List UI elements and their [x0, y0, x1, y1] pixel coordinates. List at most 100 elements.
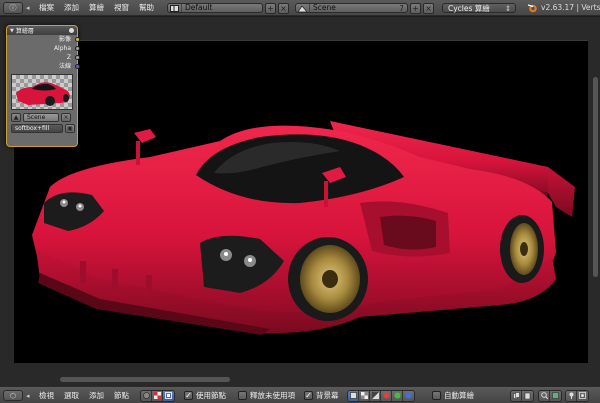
render-layers-node[interactable]: ▼ 算繪層 影像 Alpha Z 法線 ▲ Scene × softbox+fi… — [6, 25, 80, 147]
menu-add[interactable]: 添加 — [84, 390, 109, 401]
node-editor-icon: ⬡ — [9, 391, 17, 400]
node-tree-type-selector — [140, 389, 175, 402]
backdrop-view-actions — [538, 389, 562, 402]
render-engine-name: Cycles 算繪 — [448, 4, 490, 13]
output-label: 法線 — [58, 63, 71, 70]
compositing-nodes-icon[interactable] — [163, 390, 174, 401]
node-actions — [510, 389, 534, 402]
screen-layout-icon — [168, 4, 182, 12]
version-info: v2.63.17 | Verts:3 — [541, 3, 600, 12]
menu-add[interactable]: 添加 — [59, 2, 84, 14]
blender-logo-icon — [527, 2, 539, 14]
plus-icon: + — [412, 3, 419, 13]
close-icon: × — [280, 3, 287, 13]
output-socket[interactable] — [75, 37, 80, 42]
dropdown-arrow-icon: ⇕ — [504, 4, 511, 13]
menu-window[interactable]: 視窗 — [109, 2, 134, 14]
collapse-menu-icon[interactable]: ◂ — [26, 2, 34, 14]
menu-render[interactable]: 算繪 — [84, 2, 109, 14]
node-preview-image — [11, 74, 73, 110]
delete-scene-button[interactable]: × — [423, 3, 434, 14]
output-socket[interactable] — [75, 64, 80, 69]
blue-channel-icon[interactable] — [403, 390, 414, 401]
scene-icon[interactable]: ▲ — [11, 113, 21, 122]
screen-layout-selector[interactable]: Default — [167, 3, 263, 13]
output-image: 影像 — [7, 35, 80, 44]
delete-screen-button[interactable]: × — [278, 3, 289, 14]
render-icon[interactable] — [577, 390, 588, 401]
menu-file[interactable]: 檔案 — [34, 2, 59, 14]
backdrop-checkbox[interactable]: ✓ — [304, 391, 313, 400]
scene-icon — [296, 4, 310, 12]
plus-icon: + — [267, 3, 274, 13]
vertical-scrollbar[interactable] — [593, 77, 598, 277]
backdrop-channel-selector — [347, 389, 415, 402]
paste-icon[interactable] — [522, 390, 533, 401]
green-channel-icon[interactable] — [392, 390, 403, 401]
output-socket[interactable] — [75, 55, 80, 60]
texture-nodes-icon[interactable] — [152, 390, 163, 401]
node-editor-menu: 檢視 選取 添加 節點 — [34, 390, 134, 401]
info-header: ⓘ ◂ 檔案 添加 算繪 視窗 幫助 Default + × Scene 7 +… — [0, 0, 600, 16]
shader-nodes-icon[interactable] — [141, 390, 152, 401]
backdrop-label: 背景幕 — [316, 391, 339, 400]
node-scene-row: ▲ Scene × — [11, 113, 77, 122]
alpha-channel-icon[interactable] — [370, 390, 381, 401]
free-unused-toggle[interactable]: 釋放未使用項 — [238, 390, 295, 401]
output-label: Z — [66, 54, 71, 61]
menu-select[interactable]: 選取 — [59, 390, 84, 401]
add-scene-button[interactable]: + — [410, 3, 421, 14]
scene-users-count: 7 — [399, 3, 404, 13]
output-z: Z — [7, 53, 80, 62]
output-normal: 法線 — [7, 62, 80, 71]
menu-node[interactable]: 節點 — [109, 390, 134, 401]
pin-icon[interactable] — [566, 390, 577, 401]
close-icon: × — [425, 3, 432, 13]
editor-type-button[interactable]: ⓘ — [3, 2, 23, 14]
viewer-actions — [565, 389, 589, 402]
info-editor-icon: ⓘ — [9, 4, 17, 12]
image-icon[interactable] — [550, 390, 561, 401]
free-unused-label: 釋放未使用項 — [250, 391, 295, 400]
collapse-arrow-icon[interactable]: ▼ — [10, 28, 14, 34]
add-screen-button[interactable]: + — [265, 3, 276, 14]
node-title: 算繪層 — [15, 28, 34, 35]
render-engine-selector[interactable]: Cycles 算繪 ⇕ — [442, 3, 516, 13]
zoom-icon[interactable] — [539, 390, 550, 401]
menu-help[interactable]: 幫助 — [134, 2, 159, 14]
output-alpha: Alpha — [7, 44, 80, 53]
scene-selector[interactable]: Scene 7 — [295, 3, 408, 13]
menu-view[interactable]: 檢視 — [34, 390, 59, 401]
car-render-backdrop — [32, 121, 575, 335]
color-channel-icon[interactable] — [348, 390, 359, 401]
render-layer-field[interactable]: softbox+fill — [11, 124, 63, 133]
editor-type-button[interactable]: ⬡ — [3, 390, 23, 401]
close-icon[interactable]: × — [61, 113, 71, 122]
render-icon[interactable]: ▣ — [65, 124, 75, 133]
auto-render-checkbox[interactable] — [432, 391, 441, 400]
auto-render-label: 自動算繪 — [444, 391, 474, 400]
use-nodes-toggle[interactable]: ✓ 使用節點 — [184, 390, 226, 401]
collapse-menu-icon[interactable]: ◂ — [26, 390, 30, 401]
auto-render-toggle[interactable]: 自動算繪 — [432, 390, 474, 401]
node-editor-header: ⬡ ◂ 檢視 選取 添加 節點 ✓ 使用節點 釋放未使用項 ✓ 背景幕 自動算繪 — [0, 386, 600, 403]
output-label: 影像 — [58, 36, 71, 43]
output-label: Alpha — [53, 45, 71, 52]
node-header[interactable]: ▼ 算繪層 — [7, 26, 77, 35]
free-unused-checkbox[interactable] — [238, 391, 247, 400]
backdrop-toggle[interactable]: ✓ 背景幕 — [304, 390, 339, 401]
node-layer-row: softbox+fill ▣ — [11, 124, 77, 133]
main-menu: 檔案 添加 算繪 視窗 幫助 — [34, 2, 159, 14]
node-scene-field[interactable]: Scene — [23, 113, 59, 122]
screen-layout-name: Default — [185, 3, 213, 12]
red-channel-icon[interactable] — [381, 390, 392, 401]
scene-name: Scene — [313, 3, 336, 12]
node-preview-toggle-icon[interactable] — [69, 28, 74, 33]
node-editor-area[interactable]: ▼ 算繪層 影像 Alpha Z 法線 ▲ Scene × softbox+fi… — [0, 17, 600, 386]
use-nodes-label: 使用節點 — [196, 391, 226, 400]
color-alpha-channel-icon[interactable] — [359, 390, 370, 401]
output-socket[interactable] — [75, 46, 80, 51]
use-nodes-checkbox[interactable]: ✓ — [184, 391, 193, 400]
copy-icon[interactable] — [511, 390, 522, 401]
horizontal-scrollbar[interactable] — [60, 377, 230, 382]
